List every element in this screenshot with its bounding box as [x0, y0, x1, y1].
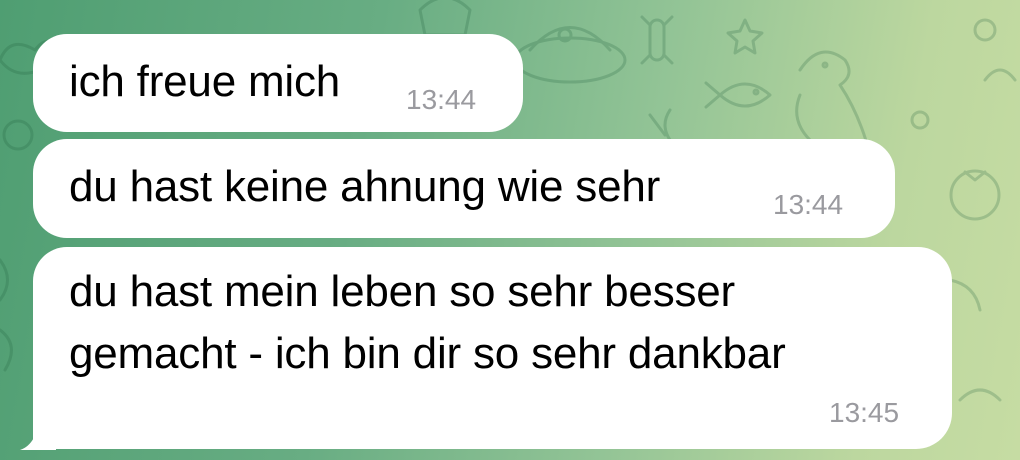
message-bubble[interactable]: du hast mein leben so sehr besser gemach…: [33, 247, 952, 449]
message-text: ich freue mich: [69, 57, 341, 106]
cupcake-doodle-icon: [418, 0, 472, 37]
message-text: du hast mein leben so sehr besser gemach…: [69, 267, 786, 378]
candy-doodle-icon: [640, 15, 674, 65]
message-text: du hast keine ahnung wie sehr: [69, 162, 661, 211]
message-timestamp: 13:44: [406, 84, 477, 115]
message-bubble[interactable]: du hast keine ahnung wie sehr 13:44: [33, 139, 895, 238]
message-bubble[interactable]: ich freue mich 13:44: [33, 34, 523, 132]
fish-doodle-icon: [704, 81, 772, 109]
star-doodle-icon: [726, 18, 764, 55]
message-timestamp: 13:44: [773, 189, 844, 220]
message-timestamp: 13:45: [829, 397, 900, 428]
tomato-doodle-icon: [949, 169, 1001, 221]
ufo-doodle-icon: [513, 26, 627, 84]
